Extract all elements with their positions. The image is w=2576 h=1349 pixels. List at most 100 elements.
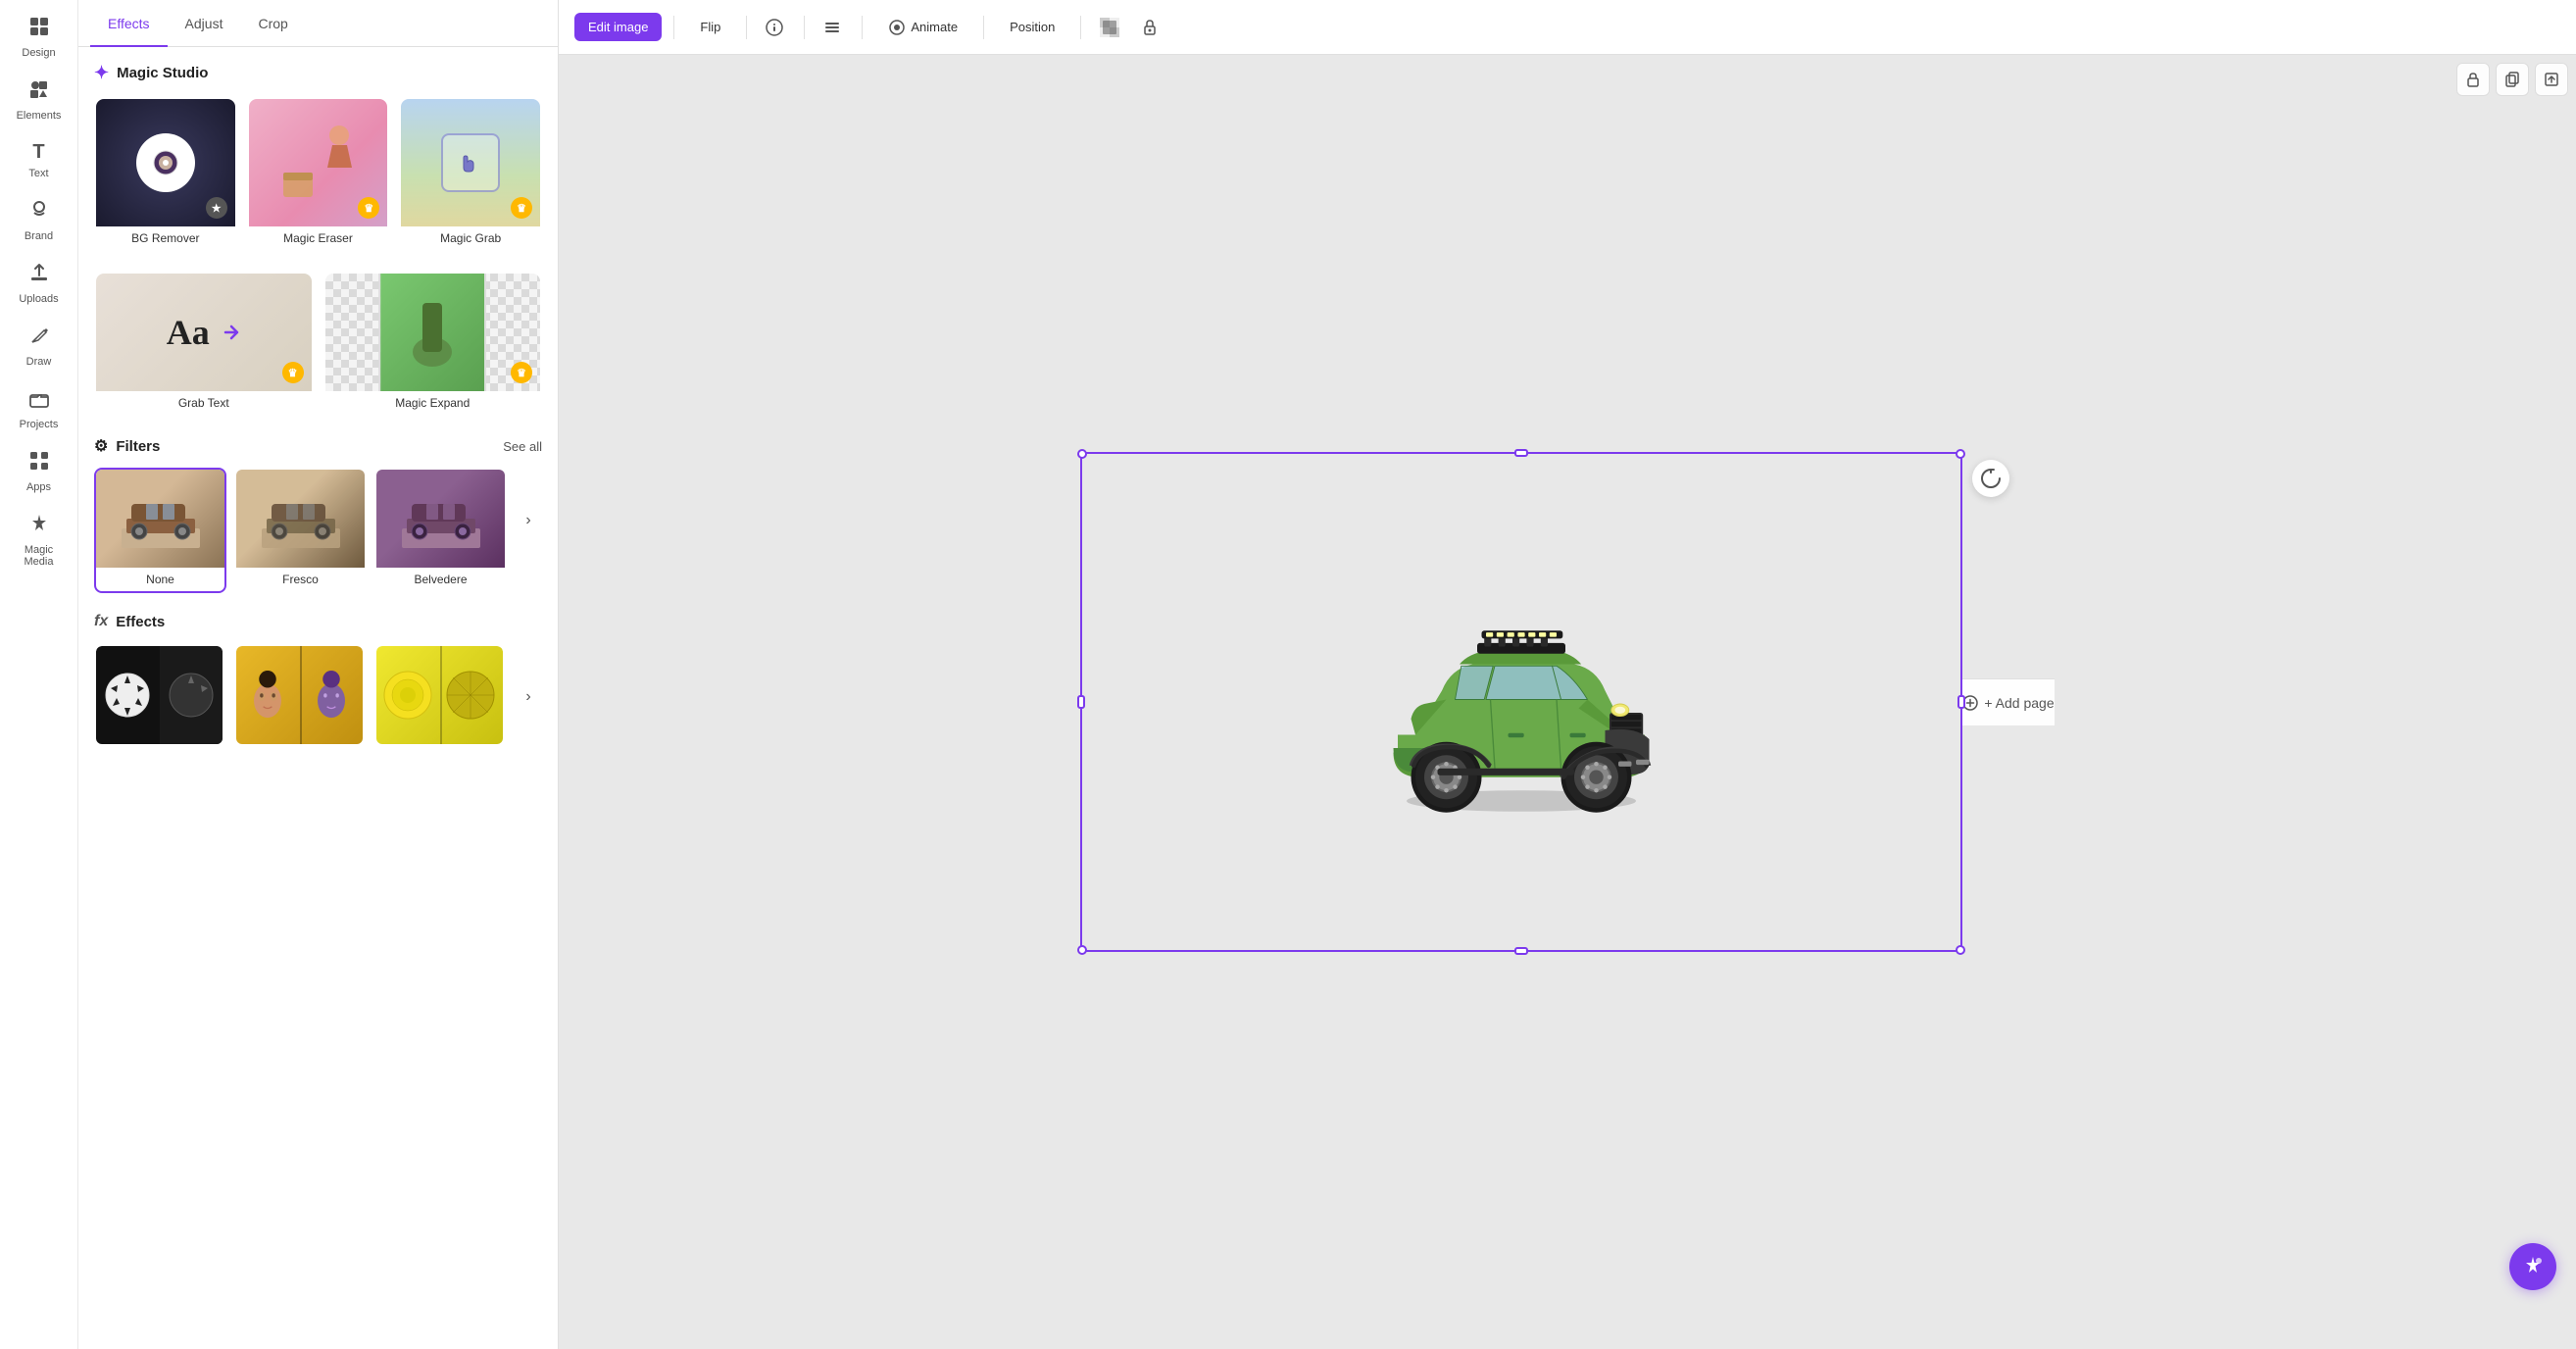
canvas-controls bbox=[2456, 63, 2568, 96]
filters-title: ⚙ Filters bbox=[94, 436, 160, 456]
filter-row: None bbox=[94, 468, 542, 593]
filter-scroll-right[interactable]: › bbox=[515, 507, 542, 534]
effect-lemon[interactable] bbox=[374, 644, 505, 746]
add-page-label: + Add page bbox=[1984, 695, 2054, 711]
sidebar-item-elements[interactable]: Elements bbox=[4, 71, 74, 129]
animate-button[interactable]: Animate bbox=[874, 12, 971, 43]
sidebar-item-label-brand: Brand bbox=[25, 230, 53, 242]
bg-remover-label: BG Remover bbox=[96, 226, 235, 250]
canvas-export-btn[interactable] bbox=[2535, 63, 2568, 96]
effects-fx-icon: fx bbox=[94, 613, 108, 630]
handle-top-mid[interactable] bbox=[1514, 449, 1528, 457]
add-page-bar[interactable]: + Add page bbox=[1962, 678, 2054, 725]
sidebar-item-text[interactable]: T Text bbox=[4, 133, 74, 187]
handle-top-right[interactable] bbox=[1956, 449, 1965, 459]
canvas-frame[interactable] bbox=[1080, 452, 1962, 952]
handle-bot-right[interactable] bbox=[1956, 945, 1965, 955]
animate-icon bbox=[888, 19, 906, 36]
magic-expand-label: Magic Expand bbox=[325, 391, 541, 415]
toolbar: Edit image Flip bbox=[559, 0, 2576, 55]
handle-bot-mid[interactable] bbox=[1514, 947, 1528, 955]
magic-card-grab-text[interactable]: Aa ♛ Grab Text bbox=[94, 272, 314, 417]
canvas-lock-btn[interactable] bbox=[2456, 63, 2490, 96]
apps-icon bbox=[28, 450, 50, 477]
sidebar-item-brand[interactable]: Brand bbox=[4, 191, 74, 250]
magic-studio-grid-2: Aa ♛ Grab Text bbox=[94, 272, 542, 417]
position-button[interactable]: Position bbox=[996, 13, 1068, 41]
magic-card-magic-eraser[interactable]: ♛ Magic Eraser bbox=[247, 97, 390, 252]
canvas-wrapper bbox=[1080, 452, 1962, 952]
menu-icon bbox=[823, 19, 841, 36]
filter-belvedere-label: Belvedere bbox=[376, 568, 505, 591]
grab-text-label: Grab Text bbox=[96, 391, 312, 415]
magic-eraser-label: Magic Eraser bbox=[249, 226, 388, 250]
handle-bot-left[interactable] bbox=[1077, 945, 1087, 955]
brand-icon bbox=[28, 199, 50, 226]
filter-none[interactable]: None bbox=[94, 468, 226, 593]
magic-studio-icon: ✦ bbox=[94, 63, 109, 83]
canvas-area: + Add page bbox=[559, 55, 2576, 1349]
lock-button[interactable] bbox=[1134, 12, 1167, 43]
handle-mid-right[interactable] bbox=[1957, 695, 1965, 709]
sidebar-item-label-draw: Draw bbox=[26, 356, 52, 368]
edit-image-button[interactable]: Edit image bbox=[574, 13, 662, 41]
magic-studio-section: ✦ Magic Studio ★ bbox=[94, 63, 542, 417]
draw-icon bbox=[28, 325, 50, 352]
uploads-icon bbox=[28, 262, 50, 289]
car-svg bbox=[1345, 573, 1698, 827]
sidebar-item-label-uploads: Uploads bbox=[19, 293, 58, 305]
handle-top-left[interactable] bbox=[1077, 449, 1087, 459]
sidebar-item-label-magic-media: Magic Media bbox=[10, 544, 69, 568]
sidebar-item-uploads[interactable]: Uploads bbox=[4, 254, 74, 313]
info-button[interactable] bbox=[759, 12, 792, 43]
magic-card-bg-remover[interactable]: ★ BG Remover bbox=[94, 97, 237, 252]
filter-fresco[interactable]: Fresco bbox=[234, 468, 367, 593]
see-all-link[interactable]: See all bbox=[503, 439, 542, 454]
lock-icon bbox=[1141, 19, 1159, 36]
text-icon: T bbox=[32, 141, 44, 164]
info-icon bbox=[766, 19, 783, 36]
sidebar: Design Elements T Text Brand bbox=[0, 0, 78, 1349]
tab-crop[interactable]: Crop bbox=[240, 0, 305, 47]
effects-section: fx Effects bbox=[94, 613, 542, 746]
magic-media-icon bbox=[28, 513, 50, 540]
sidebar-item-magic-media[interactable]: Magic Media bbox=[4, 505, 74, 575]
effects-title: fx Effects bbox=[94, 613, 542, 630]
canvas-copy-btn[interactable] bbox=[2496, 63, 2529, 96]
transparency-button[interactable] bbox=[1093, 11, 1126, 44]
sidebar-item-apps[interactable]: Apps bbox=[4, 442, 74, 501]
effect-head[interactable] bbox=[234, 644, 365, 746]
filters-header: ⚙ Filters See all bbox=[94, 436, 542, 456]
canvas-refresh-btn[interactable] bbox=[1972, 460, 2009, 497]
handle-mid-left[interactable] bbox=[1077, 695, 1085, 709]
car-image bbox=[1345, 573, 1698, 832]
magic-studio-grid: ★ BG Remover bbox=[94, 97, 542, 252]
refresh-icon bbox=[1980, 468, 2002, 489]
panel-tabs: Effects Adjust Crop bbox=[78, 0, 558, 47]
filter-none-label: None bbox=[96, 568, 224, 591]
tab-effects[interactable]: Effects bbox=[90, 0, 168, 47]
filter-fresco-label: Fresco bbox=[236, 568, 365, 591]
menu-button[interactable] bbox=[817, 12, 850, 43]
projects-icon bbox=[28, 387, 50, 415]
filter-belvedere[interactable]: Belvedere bbox=[374, 468, 507, 593]
transparency-icon bbox=[1100, 18, 1119, 37]
effects-scroll-right[interactable]: › bbox=[515, 683, 542, 711]
flip-button[interactable]: Flip bbox=[686, 13, 734, 41]
sidebar-item-label-text: Text bbox=[28, 168, 48, 179]
magic-card-magic-grab[interactable]: ♛ Magic Grab bbox=[399, 97, 542, 252]
magic-grab-label: Magic Grab bbox=[401, 226, 540, 250]
filters-section: ⚙ Filters See all bbox=[94, 436, 542, 593]
magic-card-magic-expand[interactable]: ♛ Magic Expand bbox=[323, 272, 543, 417]
sidebar-item-projects[interactable]: Projects bbox=[4, 379, 74, 438]
canvas-lock-icon bbox=[2465, 72, 2481, 87]
sidebar-item-label-design: Design bbox=[22, 47, 55, 59]
magic-assist-button[interactable] bbox=[2509, 1243, 2556, 1290]
effect-soccer[interactable] bbox=[94, 644, 224, 746]
sidebar-item-design[interactable]: Design bbox=[4, 8, 74, 67]
main-area: Edit image Flip bbox=[559, 0, 2576, 1349]
toolbar-divider-4 bbox=[862, 16, 863, 39]
sidebar-item-draw[interactable]: Draw bbox=[4, 317, 74, 375]
canvas-export-icon bbox=[2544, 72, 2559, 87]
tab-adjust[interactable]: Adjust bbox=[168, 0, 241, 47]
